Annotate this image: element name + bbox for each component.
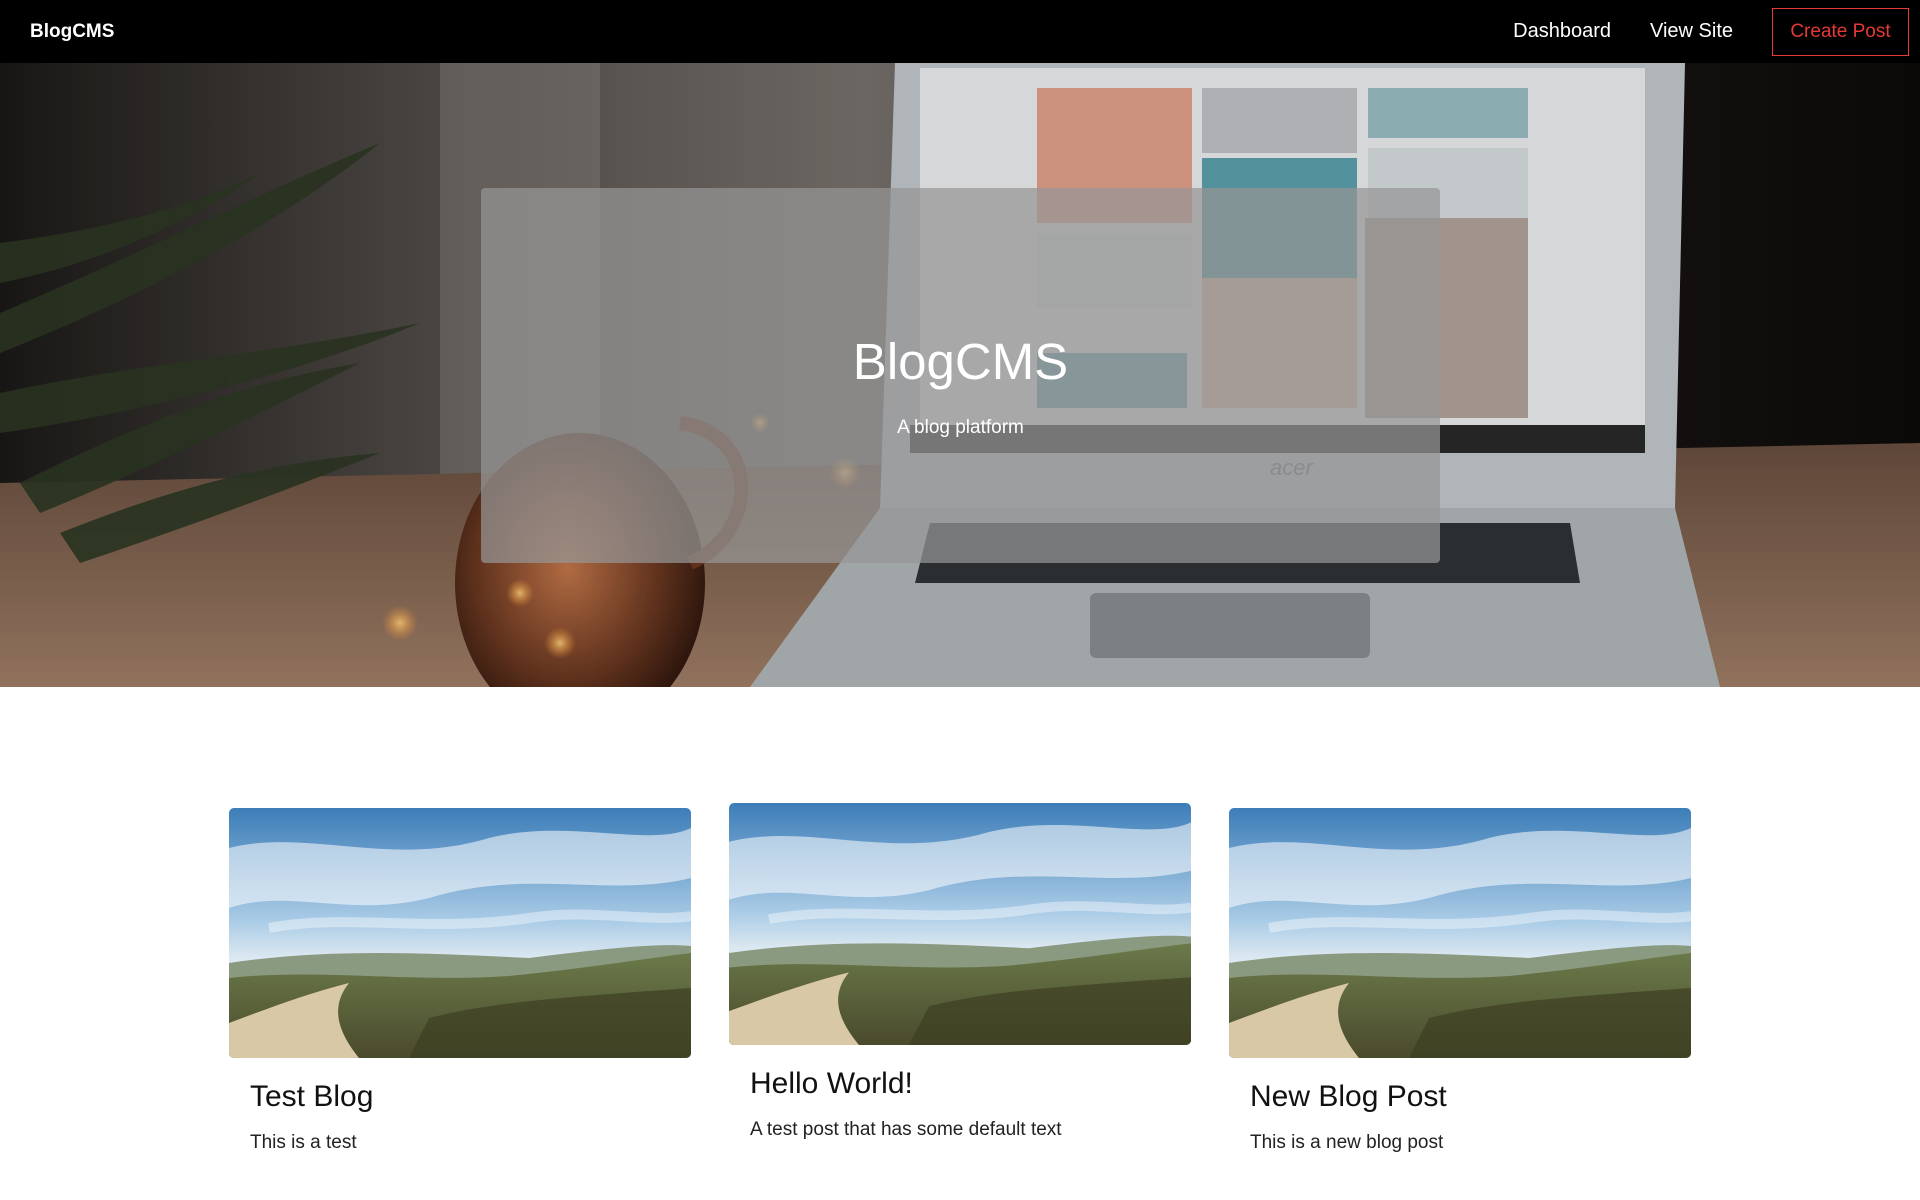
hero-title: BlogCMS	[852, 333, 1069, 390]
post-image[interactable]	[1229, 808, 1691, 1058]
post-title[interactable]: New Blog Post	[1250, 1080, 1691, 1114]
post-card[interactable]: New Blog Post This is a new blog post	[1229, 808, 1691, 1154]
nav-links: Dashboard View Site Create Post	[1513, 0, 1920, 63]
dashboard-link[interactable]: Dashboard	[1513, 20, 1611, 43]
post-image[interactable]	[729, 803, 1191, 1045]
post-excerpt: This is a new blog post	[1250, 1132, 1444, 1153]
post-image[interactable]	[229, 808, 691, 1058]
hero-overlay-box: BlogCMS A blog platform	[481, 188, 1440, 563]
post-excerpt: This is a test	[250, 1132, 357, 1153]
post-title[interactable]: Hello World!	[750, 1067, 1191, 1101]
top-navbar: BlogCMS Dashboard View Site Create Post	[0, 0, 1920, 63]
create-post-button[interactable]: Create Post	[1772, 7, 1909, 56]
post-card[interactable]: Hello World! A test post that has some d…	[729, 803, 1191, 1141]
brand-link[interactable]: BlogCMS	[30, 21, 114, 43]
hero-subtitle: A blog platform	[897, 417, 1024, 438]
post-card[interactable]: Test Blog This is a test	[229, 808, 691, 1154]
hero-section: acer BlogCMS A blog platform	[0, 63, 1920, 687]
post-title[interactable]: Test Blog	[250, 1080, 691, 1114]
view-site-link[interactable]: View Site	[1650, 20, 1733, 43]
post-excerpt: A test post that has some default text	[750, 1119, 1062, 1140]
